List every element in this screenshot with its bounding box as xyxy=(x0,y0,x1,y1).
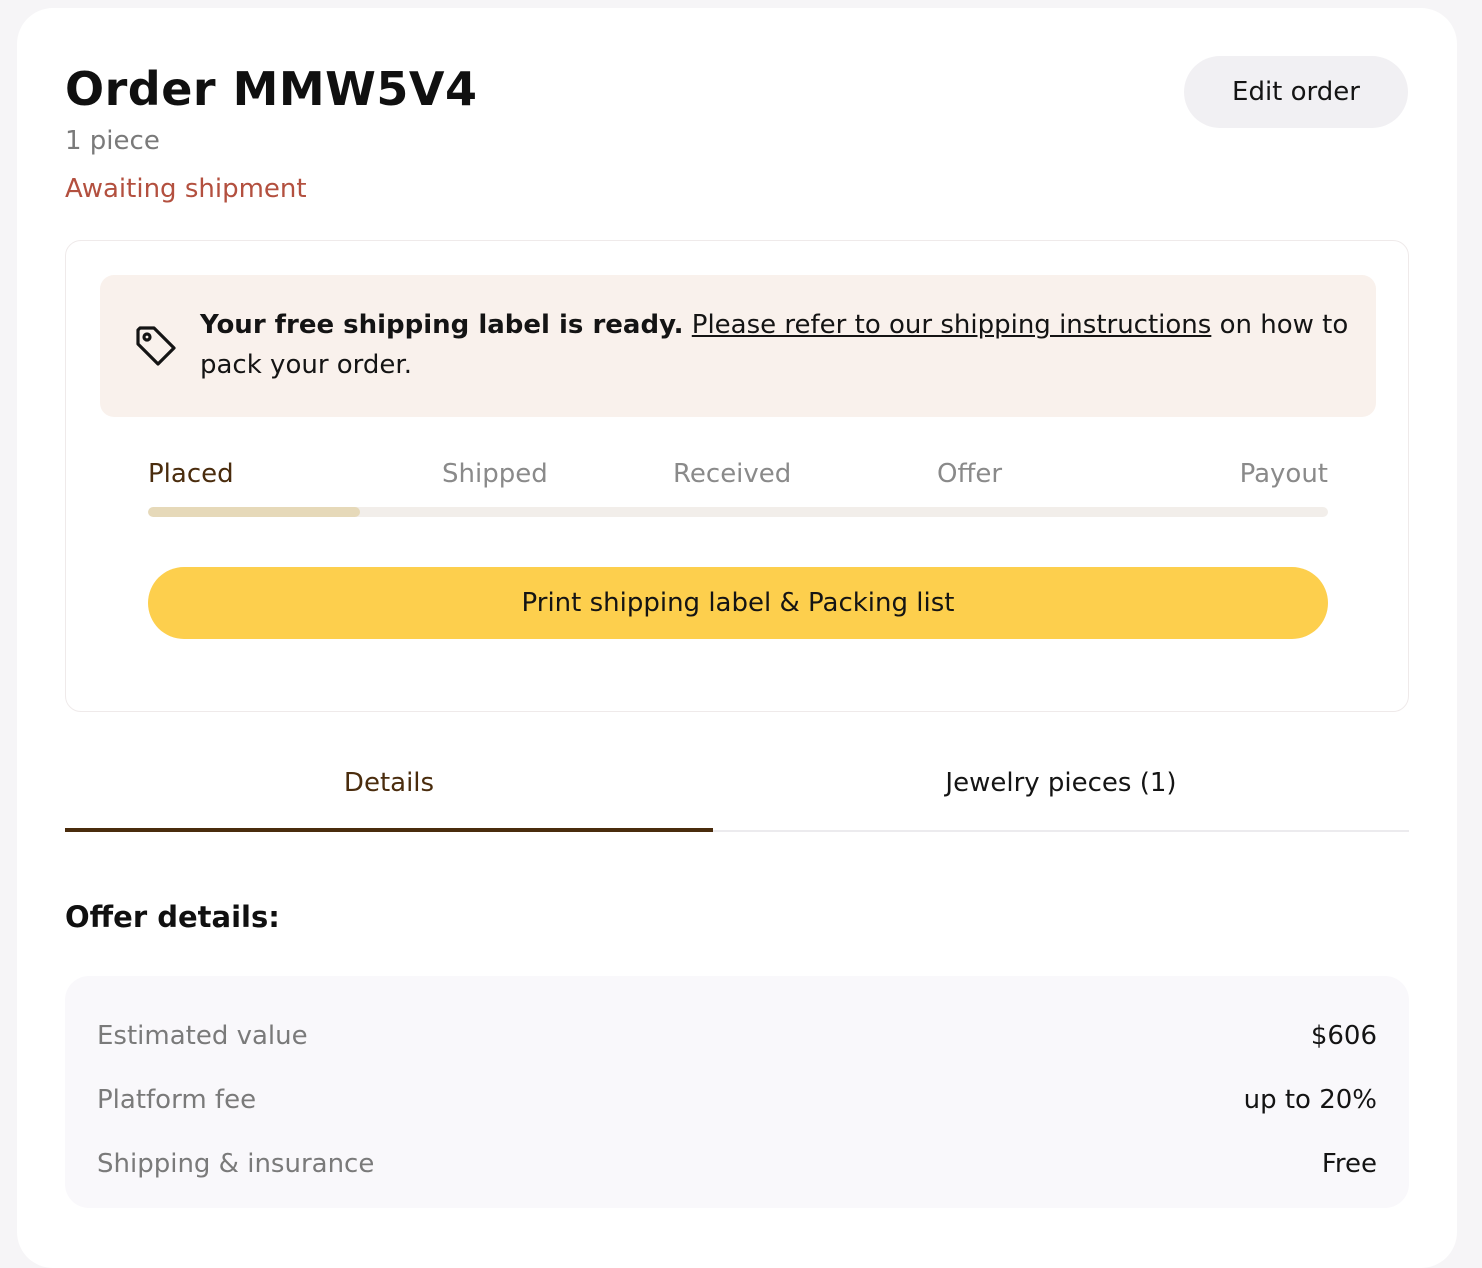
shipping-panel: Your free shipping label is ready. Pleas… xyxy=(65,240,1409,712)
shipping-instructions-link[interactable]: Please refer to our shipping instruction… xyxy=(692,310,1212,340)
tab-bar: Details Jewelry pieces (1) xyxy=(65,752,1409,832)
row-value: up to 20% xyxy=(1243,1085,1377,1115)
edit-order-button[interactable]: Edit order xyxy=(1184,56,1408,128)
tag-icon xyxy=(132,322,180,370)
row-value: Free xyxy=(1321,1149,1377,1179)
page-title: Order MMW5V4 xyxy=(65,62,478,116)
print-label-button[interactable]: Print shipping label & Packing list xyxy=(148,567,1328,639)
status-text: Awaiting shipment xyxy=(65,174,307,204)
row-value: $606 xyxy=(1310,1021,1377,1051)
tab-details[interactable]: Details xyxy=(65,752,713,832)
row-label: Shipping & insurance xyxy=(97,1149,375,1179)
tab-jewelry-pieces[interactable]: Jewelry pieces (1) xyxy=(713,752,1409,832)
notice-message: Your free shipping label is ready. Pleas… xyxy=(200,305,1350,385)
notice-lead: Your free shipping label is ready. xyxy=(200,310,684,340)
step-shipped: Shipped xyxy=(442,459,548,489)
offer-row-platform-fee: Platform fee up to 20% xyxy=(97,1080,1377,1120)
step-offer: Offer xyxy=(937,459,1003,489)
piece-count: 1 piece xyxy=(65,126,160,156)
shipping-notice: Your free shipping label is ready. Pleas… xyxy=(100,275,1376,417)
offer-row-estimated-value: Estimated value $606 xyxy=(97,1016,1377,1056)
step-placed: Placed xyxy=(148,459,234,489)
progress-bar-fill xyxy=(148,507,361,517)
offer-details-panel: Estimated value $606 Platform fee up to … xyxy=(65,976,1409,1208)
row-label: Platform fee xyxy=(97,1085,257,1115)
step-payout: Payout xyxy=(1239,459,1328,489)
offer-details-title: Offer details: xyxy=(65,900,280,934)
progress-bar xyxy=(148,507,1328,517)
progress-steps: Placed Shipped Received Offer Payout xyxy=(148,459,1328,499)
step-received: Received xyxy=(673,459,792,489)
offer-row-shipping-insurance: Shipping & insurance Free xyxy=(97,1144,1377,1184)
row-label: Estimated value xyxy=(97,1021,308,1051)
order-card: Order MMW5V4 1 piece Awaiting shipment E… xyxy=(17,8,1457,1268)
